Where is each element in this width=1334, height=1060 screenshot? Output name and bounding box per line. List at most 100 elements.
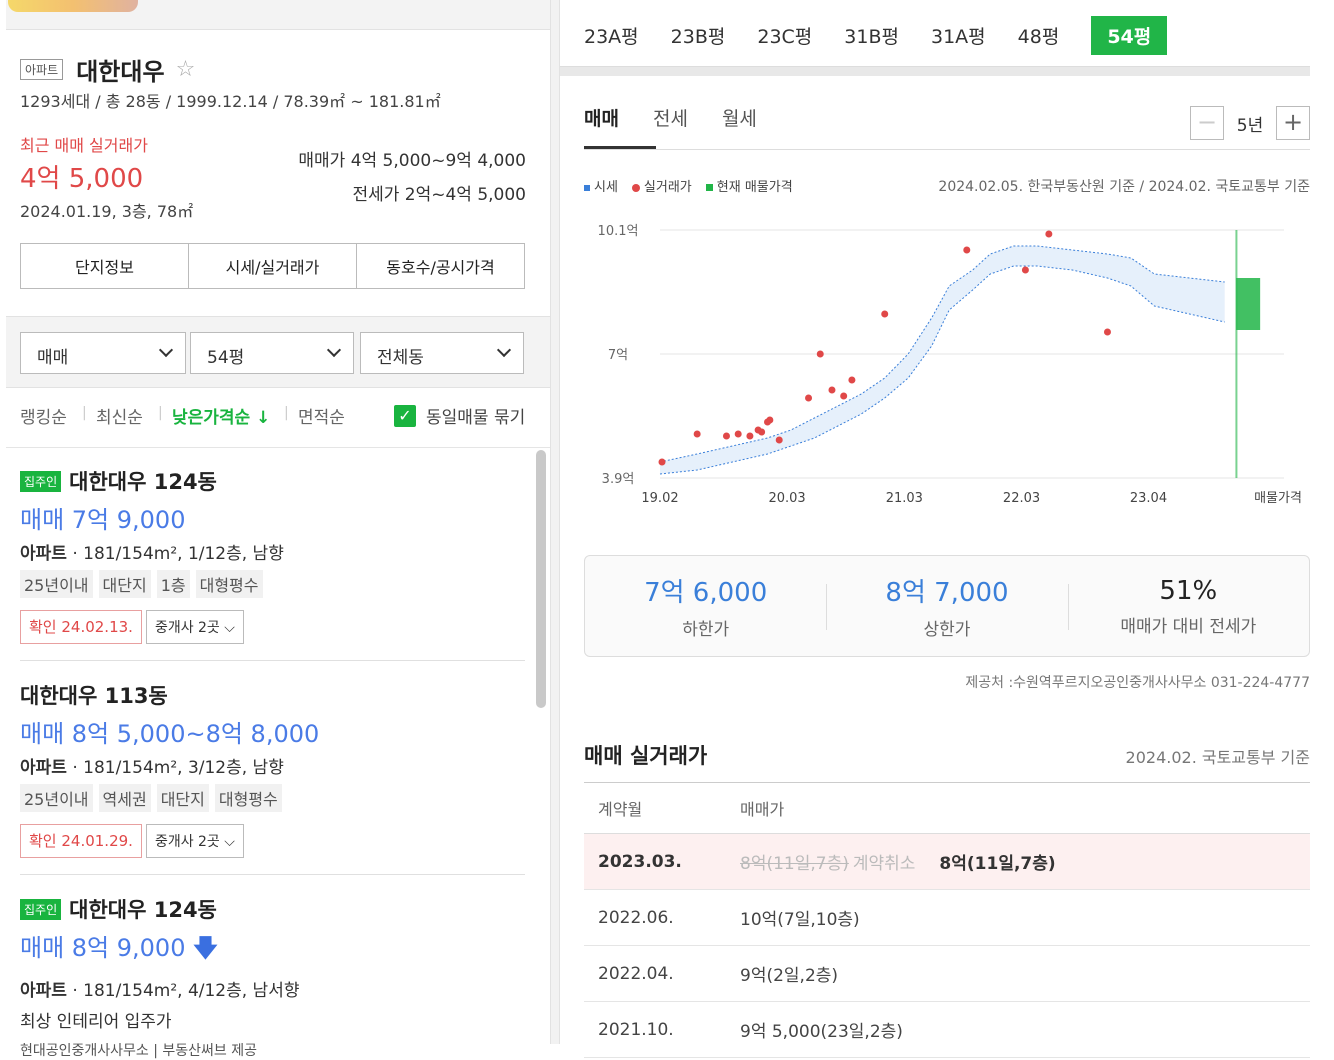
listing-spec: 아파트 · 181/154m², 3/12층, 남향 [20,753,530,778]
actual-trade-point [1021,266,1029,274]
x-tick-label: 19.02 [641,491,678,506]
table-row: 2023.03. 8억(11일,7층) 계약취소 8억(11일,7층) [584,834,1310,890]
actual-trade-point [775,436,783,444]
sort-low-price[interactable]: 낮은가격순 ↓ [172,403,270,428]
size-select[interactable]: 54평 [190,332,354,374]
record-month: 2021.10. [598,1019,674,1040]
listing-panel: 아파트 대한대우 ☆ 1293세대 / 총 28동 / 1999.12.14 /… [0,0,550,1059]
owner-badge: 집주인 [20,470,62,492]
listing-tags: 25년이내 대단지 1층 대형평수 [20,570,530,598]
listing-price: 매매 7억 9,000 [20,506,186,534]
listing-title-row: 집주인 대한대우 124동 [20,894,530,924]
tab-monthly-rent[interactable]: 월세 [722,104,757,131]
records-header: 계약월 매매가 [584,782,1310,834]
list-item-divider [20,660,525,661]
summary-low-value: 7억 6,000 [644,578,768,608]
tab-sale[interactable]: 매매 [584,104,619,131]
summary-high-label: 상한가 [923,620,971,640]
legend-listing-label: 현재 매물가격 [716,180,793,195]
dong-select[interactable]: 전체동 [360,332,524,374]
size-tab-active[interactable]: 54평 [1091,15,1168,55]
listing-title-row: 집주인 대한대우 124동 [20,466,530,496]
sort-area[interactable]: 면적순 [298,403,345,428]
header-sale-price: 매매가 [740,800,785,819]
cancelled-price: 8억(11일,7층) [740,854,849,874]
record-month: 2022.06. [598,907,674,928]
group-listings-checkbox[interactable]: ✓ [394,405,416,427]
sort-latest[interactable]: 최신순 [96,403,143,428]
actual-trade-point [658,458,666,466]
listing-title: 대한대우 113동 [20,684,168,708]
size-tab[interactable]: 23B평 [671,16,726,55]
x-tick-label: 22.03 [1003,491,1040,506]
chart-basis-note: 2024.02.05. 한국부동산원 기준 / 2024.02. 국토교통부 기… [938,179,1310,195]
legend-listing: 현재 매물가격 [705,176,793,195]
tab-jeonse[interactable]: 전세 [653,104,688,131]
size-tab[interactable]: 23A평 [584,16,639,55]
trade-type-select[interactable]: 매매 [20,332,186,374]
listing-title-row: 대한대우 113동 [20,680,530,710]
recent-price-date: 2024.01.19, 3층, 78㎡ [20,202,194,221]
chevron-down-icon [326,342,342,358]
list-scrollbar[interactable] [536,450,546,708]
owner-badge: 집주인 [20,898,62,920]
record-price: 10억(7일,10층) [740,910,860,930]
listing-tags: 25년이내 역세권 대단지 대형평수 [20,784,530,812]
tab-complex-info[interactable]: 단지정보 [21,244,189,288]
broker-count-button[interactable]: 중개사 2곳 ⌵ [145,610,244,644]
size-tab[interactable]: 48평 [1018,16,1060,55]
size-tab[interactable]: 23C평 [757,16,812,55]
listing-confirm-row: 확인 24.01.29. 중개사 2곳 ⌵ [20,824,530,858]
actual-trade-point [734,430,742,438]
photo-strip [6,0,550,30]
list-divider [6,447,550,448]
list-item[interactable]: 대한대우 113동 매매 8억 5,000~8억 8,000 아파트 · 181… [20,680,530,858]
trade-type-tabs: 매매 전세 월세 [584,104,757,131]
actual-trade-point [963,246,971,254]
broker-count-button[interactable]: 중개사 2곳 ⌵ [145,824,244,858]
x-tick-label: 매물가격 [1254,491,1302,506]
summary-low: 7억 6,000 하한가 [585,556,826,656]
record-month: 2022.04. [598,963,674,984]
complex-name: 대한대우 [76,58,165,86]
actual-trade-point [1103,328,1111,336]
size-tab[interactable]: 31A평 [931,16,986,55]
legend-market: 시세 [584,176,618,195]
confirm-date-badge: 확인 24.02.13. [20,610,142,644]
listing-tag: 대형평수 [195,570,263,598]
market-square-icon [584,184,590,191]
summary-low-label: 하한가 [682,620,730,640]
period-plus-button[interactable]: + [1276,106,1310,140]
list-item[interactable]: 집주인 대한대우 124동 매매 8억 9,000 🡇 아파트 · 181/15… [20,894,530,1060]
sort-ranking[interactable]: 랭킹순 [20,403,67,428]
actual-trade-point [1045,230,1053,238]
actual-trade-point [816,350,824,358]
complex-header: 아파트 대한대우 ☆ [20,52,195,87]
listing-spec-detail: · 181/154m², 4/12층, 남서향 [66,981,300,1001]
listing-description: 최상 인테리어 입주가 [20,1012,172,1032]
complex-photo[interactable] [8,0,138,12]
market-price-lower-line [659,265,1225,475]
chevron-down-icon [496,342,512,358]
listing-price: 매매 8억 9,000 🡇 [20,928,530,972]
listing-title: 대한대우 124동 [69,898,217,922]
listing-spec-type: 아파트 [20,544,67,564]
listing-price-range-bar [1236,278,1261,330]
listing-tag: 대단지 [156,784,209,812]
price-chart[interactable]: 10.1억 7억 3.9억 19.02 20.03 21.03 22.03 23.04 매물가격 [584,210,1310,510]
y-tick-label: 7억 [608,348,628,363]
period-minus-button[interactable]: − [1190,106,1224,140]
actual-trade-point [693,430,701,438]
actual-trade-point [766,416,774,424]
listing-tag: 역세권 [98,784,151,812]
list-item[interactable]: 집주인 대한대우 124동 매매 7억 9,000 아파트 · 181/154m… [20,466,530,644]
size-value: 54평 [207,348,245,368]
recent-price-label: 최근 매매 실거래가 [20,136,148,155]
tab-market-price[interactable]: 시세/실거래가 [189,244,357,288]
size-tab[interactable]: 31B평 [844,16,899,55]
tab-unit-public-price[interactable]: 동호수/공시가격 [357,244,524,288]
listing-price-value: 매매 8억 9,000 [20,934,186,962]
favorite-star-icon[interactable]: ☆ [176,57,196,82]
table-row: 2022.06. 10억(7일,10층) [584,890,1310,946]
group-listings-label[interactable]: 동일매물 묶기 [426,403,525,428]
